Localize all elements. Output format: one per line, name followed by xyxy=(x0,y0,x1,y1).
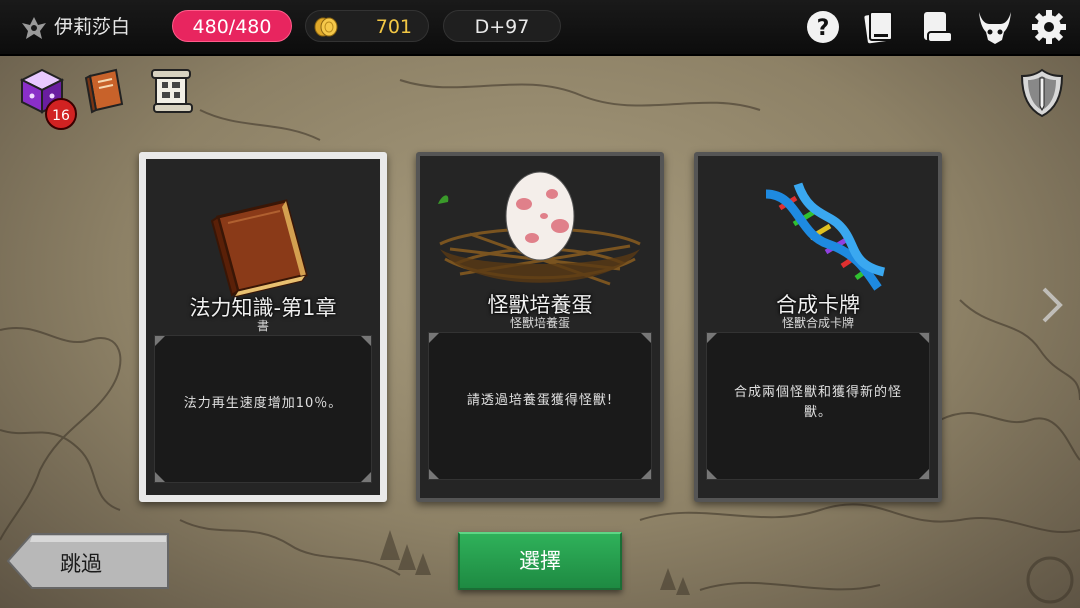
card-description-box: 請透過培養蛋獲得怪獸! xyxy=(428,332,652,480)
hp-display: 480/480 xyxy=(172,10,292,42)
card-title: 合成卡牌 xyxy=(776,293,860,317)
recipe-scroll-icon[interactable] xyxy=(148,66,196,116)
egg-nest-icon xyxy=(438,171,641,286)
top-bar: 伊莉莎白 480/480 701 D+97 ? xyxy=(0,0,1080,56)
player-emblem-icon xyxy=(22,17,46,39)
monster-horns-icon[interactable] xyxy=(976,8,1014,46)
card-subtitle: 怪獸合成卡牌 xyxy=(781,316,854,330)
card-description-box: 法力再生速度增加10％。 xyxy=(154,335,372,483)
card-description-box: 合成兩個怪獸和獲得新的怪獸。 xyxy=(706,332,930,480)
card-subtitle: 書 xyxy=(256,319,269,333)
cards-icon[interactable] xyxy=(860,8,898,46)
card-body: 合成卡牌 怪獸合成卡牌 合成兩個怪獸和獲得新的怪獸。 xyxy=(698,156,938,498)
day-counter: D+97 xyxy=(443,10,561,42)
shield-sword-icon[interactable] xyxy=(1018,66,1066,120)
gold-coin-icon xyxy=(314,17,338,37)
brown-book-icon xyxy=(210,199,308,298)
gold-display: 701 xyxy=(305,10,429,42)
scroll-icon[interactable] xyxy=(918,8,956,46)
cube-count-badge: 16 xyxy=(45,98,77,130)
gear-icon[interactable] xyxy=(1030,8,1068,46)
help-icon[interactable]: ? xyxy=(804,8,842,46)
card-body: 法力知識-第1章 書 法力再生速度增加10％。 xyxy=(146,159,380,495)
card-title: 怪獸培養蛋 xyxy=(487,293,593,317)
player-name: 伊莉莎白 xyxy=(54,16,131,38)
card-description: 合成兩個怪獸和獲得新的怪獸。 xyxy=(733,385,902,420)
card-body: 怪獸培養蛋 怪獸培養蛋 請透過培養蛋獲得怪獸! xyxy=(420,156,660,498)
select-button[interactable]: 選擇 xyxy=(458,532,622,590)
spellbook-icon[interactable] xyxy=(82,66,130,116)
dna-helix-icon xyxy=(765,182,886,291)
reward-card-spell-knowledge[interactable]: 法力知識-第1章 書 法力再生速度增加10％。 xyxy=(139,152,387,502)
reward-card-monster-egg[interactable]: 怪獸培養蛋 怪獸培養蛋 請透過培養蛋獲得怪獸! xyxy=(416,152,664,502)
gold-amount: 701 xyxy=(375,16,412,38)
card-description: 法力再生速度增加10％。 xyxy=(183,396,343,411)
next-page-arrow-icon[interactable] xyxy=(1040,285,1064,325)
card-title: 法力知識-第1章 xyxy=(189,296,337,320)
skip-button-label[interactable]: 跳過 xyxy=(60,548,102,578)
card-subtitle: 怪獸培養蛋 xyxy=(509,316,570,330)
card-description: 請透過培養蛋獲得怪獸! xyxy=(466,393,614,408)
reward-card-fusion[interactable]: 合成卡牌 怪獸合成卡牌 合成兩個怪獸和獲得新的怪獸。 xyxy=(694,152,942,502)
svg-text:?: ? xyxy=(817,16,830,41)
